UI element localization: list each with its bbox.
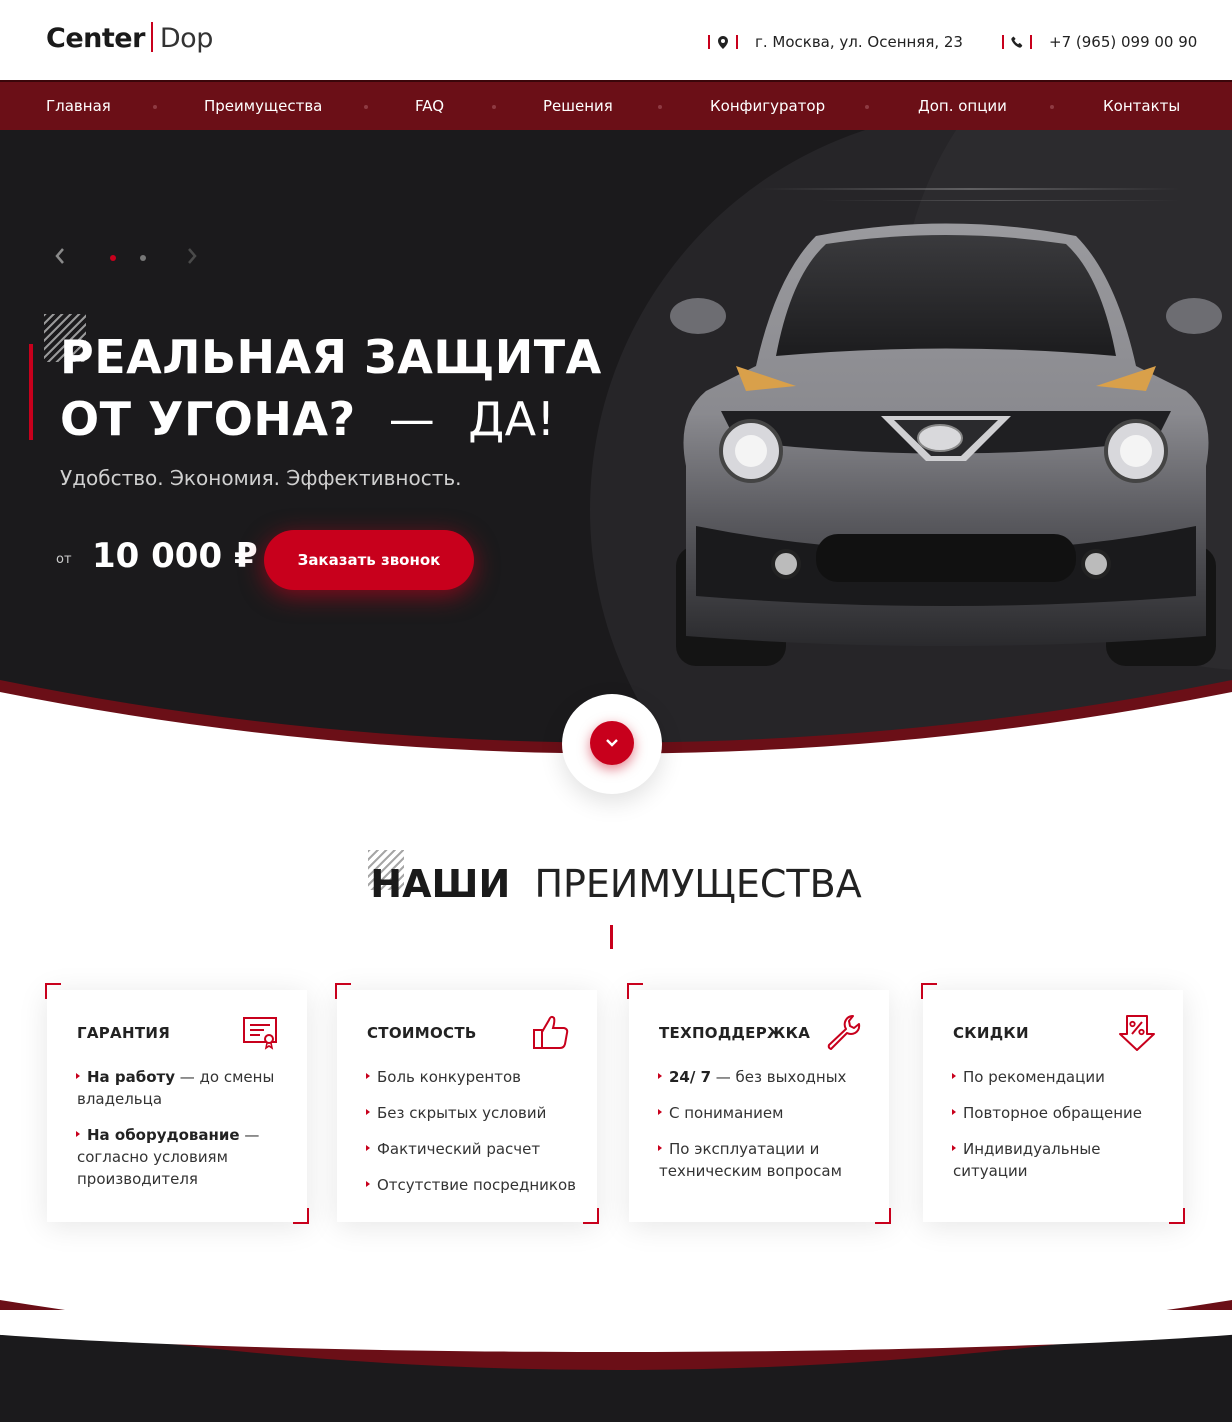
certificate-icon <box>243 1017 277 1050</box>
list-item: По рекомендации <box>952 1066 1169 1088</box>
light-streak <box>760 188 1180 190</box>
list-item: По эксплуатации и техническим вопросам <box>658 1138 875 1182</box>
light-streak <box>820 200 1180 201</box>
list-item: С пониманием <box>658 1102 875 1124</box>
advantage-card-price: СТОИМОСТЬ Боль конкурентов Без скрытых у… <box>335 983 599 1224</box>
main-nav: Главная Преимущества FAQ Решения Конфигу… <box>0 80 1232 130</box>
location-pin-icon <box>708 31 738 53</box>
price-prefix: от <box>56 552 72 567</box>
nav-item-contacts[interactable]: Контакты <box>1103 82 1180 130</box>
card-list: На работу — до смены владельца На оборуд… <box>76 1066 293 1204</box>
chevron-down-icon <box>590 721 634 765</box>
order-call-button[interactable]: Заказать звонок <box>264 530 474 590</box>
list-item: Отсутствие посредников <box>366 1174 583 1196</box>
slider-dot[interactable] <box>140 255 146 261</box>
card-title: СТОИМОСТЬ <box>367 1024 477 1042</box>
advantages-title-bold: НАШИ <box>370 862 511 906</box>
phone-block[interactable]: +7 (965) 099 00 90 <box>1002 30 1197 54</box>
nav-separator <box>1050 105 1054 109</box>
card-corner <box>875 1208 891 1224</box>
card-title: СКИДКИ <box>953 1024 1029 1042</box>
card-title: ГАРАНТИЯ <box>77 1024 171 1042</box>
card-list: По рекомендации Повторное обращение Инди… <box>952 1066 1169 1196</box>
slider-prev-icon[interactable] <box>55 248 65 269</box>
nav-separator <box>658 105 662 109</box>
nav-separator <box>865 105 869 109</box>
list-item: Повторное обращение <box>952 1102 1169 1124</box>
list-item: Индивидуальные ситуации <box>952 1138 1169 1182</box>
accent-bar <box>29 344 33 440</box>
hero-title-dash: — <box>388 392 436 446</box>
price-value: 10 000 ₽ <box>92 536 258 576</box>
advantages-title: НАШИ ПРЕИМУЩЕСТВА <box>0 858 1232 910</box>
logo-divider <box>150 22 153 52</box>
slider-next-icon[interactable] <box>187 248 197 269</box>
list-item: На оборудование — согласно условиям прои… <box>76 1124 293 1190</box>
hero-subtitle: Удобство. Экономия. Эффективность. <box>60 466 462 490</box>
address-block: г. Москва, ул. Осенняя, 23 <box>708 30 963 54</box>
hero-title-line2: ОТ УГОНА? <box>60 392 356 446</box>
card-corner <box>335 983 351 999</box>
scroll-down-button[interactable] <box>562 694 662 794</box>
address-text: г. Москва, ул. Осенняя, 23 <box>755 33 963 51</box>
header: Center Dop г. Москва, ул. Осенняя, 23 +7 … <box>0 0 1232 80</box>
nav-item-faq[interactable]: FAQ <box>415 82 444 130</box>
card-corner <box>627 983 643 999</box>
phone-text[interactable]: +7 (965) 099 00 90 <box>1049 33 1197 51</box>
logo-text-left: Center <box>46 23 145 54</box>
nav-item-options[interactable]: Доп. опции <box>918 82 1007 130</box>
slider-controls <box>55 248 215 268</box>
card-list: 24/ 7 — без выходных С пониманием По экс… <box>658 1066 875 1196</box>
hero-title-answer: ДА! <box>468 392 556 446</box>
logo-text-right: Dop <box>159 23 213 54</box>
card-corner <box>1169 1208 1185 1224</box>
logo[interactable]: Center Dop <box>46 20 213 58</box>
nav-separator <box>153 105 157 109</box>
nav-item-solutions[interactable]: Решения <box>543 82 613 130</box>
list-item: Без скрытых условий <box>366 1102 583 1124</box>
card-corner <box>293 1208 309 1224</box>
nav-item-home[interactable]: Главная <box>46 82 111 130</box>
section-accent-bar <box>610 925 613 949</box>
advantages-title-light: ПРЕИМУЩЕСТВА <box>534 862 862 906</box>
hero-title: РЕАЛЬНАЯ ЗАЩИТА ОТ УГОНА? — ДА! <box>60 326 602 450</box>
advantage-card-warranty: ГАРАНТИЯ На работу — до смены владельца … <box>45 983 309 1224</box>
card-corner <box>45 983 61 999</box>
nav-item-configurator[interactable]: Конфигуратор <box>710 82 825 130</box>
thumbs-up-icon <box>533 1015 569 1049</box>
card-corner <box>583 1208 599 1224</box>
car-image <box>670 223 1222 666</box>
discount-icon <box>1119 1015 1155 1051</box>
nav-separator <box>492 105 496 109</box>
phone-icon <box>1002 31 1032 53</box>
advantage-card-discounts: СКИДКИ По рекомендации Повторное обращен… <box>921 983 1185 1224</box>
hero-title-line1: РЕАЛЬНАЯ ЗАЩИТА <box>60 330 602 384</box>
wrench-icon <box>827 1015 861 1050</box>
hero-slider: РЕАЛЬНАЯ ЗАЩИТА ОТ УГОНА? — ДА! Удобство… <box>0 130 1232 750</box>
advantage-card-support: ТЕХПОДДЕРЖКА 24/ 7 — без выходных С пони… <box>627 983 891 1224</box>
list-item: Боль конкурентов <box>366 1066 583 1088</box>
nav-item-advantages[interactable]: Преимущества <box>204 82 322 130</box>
list-item: На работу — до смены владельца <box>76 1066 293 1110</box>
list-item: Фактический расчет <box>366 1138 583 1160</box>
list-item: 24/ 7 — без выходных <box>658 1066 875 1088</box>
card-corner <box>921 983 937 999</box>
slider-dot-active[interactable] <box>110 255 116 261</box>
nav-separator <box>364 105 368 109</box>
card-list: Боль конкурентов Без скрытых условий Фак… <box>366 1066 583 1210</box>
card-title: ТЕХПОДДЕРЖКА <box>659 1024 811 1042</box>
